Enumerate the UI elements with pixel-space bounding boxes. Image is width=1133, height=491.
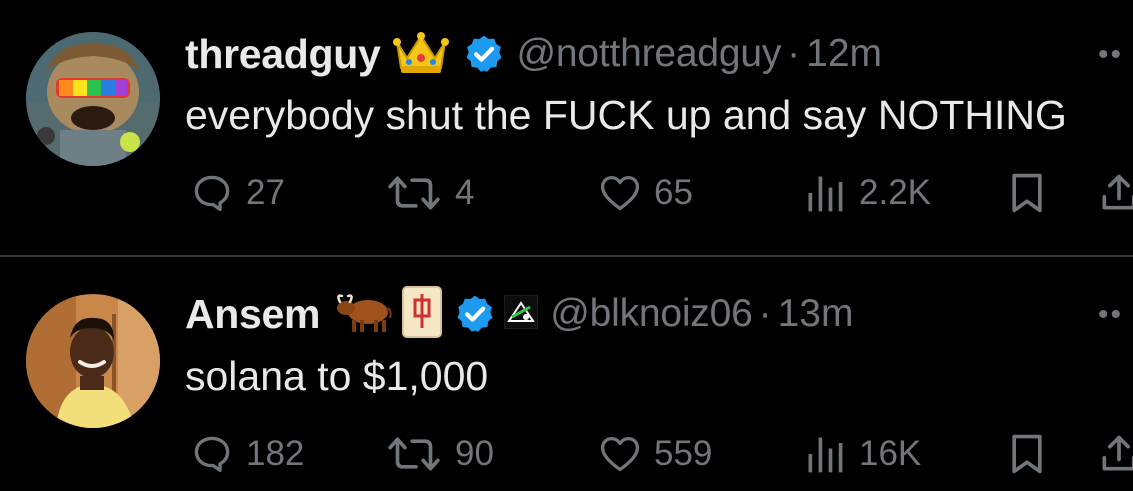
timestamp[interactable]: 13m — [778, 292, 854, 336]
view-count: 16K — [859, 434, 922, 473]
like-button[interactable]: 559 — [598, 429, 712, 479]
views-button[interactable]: 2.2K — [803, 168, 931, 218]
reply-button[interactable]: 27 — [190, 168, 285, 218]
author-handle[interactable]: @notthreadguy — [517, 32, 782, 76]
tweet-header: Ansem @blknoiz06 · 13m — [185, 285, 854, 339]
separator: · — [758, 292, 772, 335]
share-button[interactable] — [1097, 429, 1133, 479]
reply-count: 27 — [246, 173, 285, 212]
like-button[interactable]: 65 — [598, 168, 693, 218]
avatar[interactable] — [26, 32, 160, 166]
author-name[interactable]: Ansem — [185, 291, 321, 338]
more-options-icon[interactable]: •• — [1098, 298, 1123, 332]
mahjong-red-dragon-icon — [402, 285, 443, 343]
reply-count: 182 — [246, 434, 305, 473]
share-icon — [1102, 174, 1133, 210]
author-handle[interactable]: @blknoiz06 — [550, 292, 753, 336]
bookmark-button[interactable] — [1005, 429, 1049, 479]
repost-button[interactable]: 90 — [385, 429, 494, 479]
tweet-actions: 27 4 65 2.2K — [0, 168, 1133, 218]
views-button[interactable]: 16K — [803, 429, 921, 479]
repost-icon — [388, 437, 440, 471]
tweet-header: threadguy @notthreadguy · 12m — [185, 29, 882, 79]
bookmark-icon — [1012, 434, 1042, 474]
bookmark-button[interactable] — [1005, 168, 1049, 218]
reply-button[interactable]: 182 — [190, 429, 304, 479]
tweet-text: solana to $1,000 — [185, 353, 489, 399]
avatar-image — [26, 32, 160, 166]
timeline-feed: threadguy @notthreadguy · 12m •• everybo… — [0, 0, 1133, 491]
affiliate-badge-icon[interactable] — [503, 294, 539, 334]
reply-icon — [194, 175, 230, 211]
verified-badge-icon[interactable] — [454, 293, 496, 335]
repost-count: 90 — [455, 434, 494, 473]
like-count: 559 — [654, 434, 713, 473]
avatar[interactable] — [26, 294, 160, 428]
heart-icon — [600, 436, 640, 472]
repost-icon — [388, 176, 440, 210]
heart-icon — [600, 175, 640, 211]
verified-badge-icon[interactable] — [463, 33, 505, 75]
analytics-icon — [808, 437, 843, 473]
tweet[interactable]: threadguy @notthreadguy · 12m •• everybo… — [0, 0, 1133, 255]
share-icon — [1102, 435, 1133, 471]
more-options-icon[interactable]: •• — [1098, 38, 1123, 72]
view-count: 2.2K — [859, 173, 931, 212]
tweet-text: everybody shut the FUCK up and say NOTHI… — [185, 92, 1067, 138]
reply-icon — [194, 436, 230, 472]
share-button[interactable] — [1097, 168, 1133, 218]
avatar-image — [26, 294, 160, 428]
author-name[interactable]: threadguy — [185, 31, 381, 78]
analytics-icon — [808, 176, 843, 212]
tweet[interactable]: Ansem @blknoiz06 · 13m •• solana to $1,0… — [0, 257, 1133, 491]
repost-count: 4 — [455, 173, 475, 212]
bookmark-icon — [1012, 173, 1042, 213]
repost-button[interactable]: 4 — [385, 168, 474, 218]
separator: · — [787, 32, 801, 75]
ox-emoji-icon — [334, 290, 392, 339]
tweet-actions: 182 90 559 16K — [0, 429, 1133, 479]
like-count: 65 — [654, 173, 693, 212]
timestamp[interactable]: 12m — [806, 32, 882, 76]
crown-emoji-icon — [392, 28, 449, 81]
